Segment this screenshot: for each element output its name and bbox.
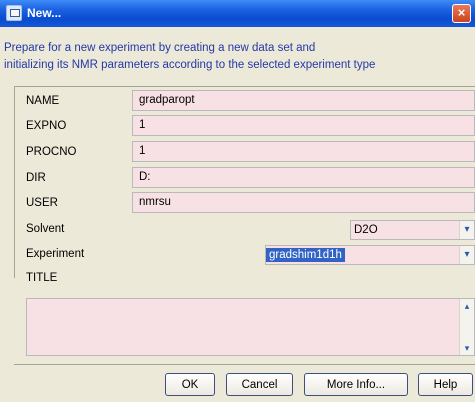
experiment-dropdown[interactable]: gradshim1d1h ▾ <box>265 245 475 265</box>
title-label: TITLE <box>26 272 58 284</box>
help-button[interactable]: Help <box>418 373 473 396</box>
solvent-label: Solvent <box>26 223 65 235</box>
chevron-down-icon[interactable]: ▾ <box>459 246 474 264</box>
experiment-value: gradshim1d1h <box>266 248 345 262</box>
scroll-up-icon[interactable]: ▴ <box>460 299 474 313</box>
procno-field[interactable]: 1 <box>132 141 475 162</box>
solvent-dropdown[interactable]: D2O ▾ <box>350 220 475 240</box>
procno-label: PROCNO <box>26 146 77 158</box>
cancel-button[interactable]: Cancel <box>226 373 293 396</box>
name-field[interactable]: gradparopt <box>132 90 475 111</box>
title-bar: New... × <box>0 0 475 27</box>
expno-label: EXPNO <box>26 120 67 132</box>
experiment-label: Experiment <box>26 248 85 260</box>
title-textarea[interactable]: ▴ ▾ <box>26 298 475 356</box>
vertical-scrollbar[interactable]: ▴ ▾ <box>459 299 474 355</box>
chevron-down-icon[interactable]: ▾ <box>459 221 474 239</box>
solvent-value: D2O <box>354 224 378 236</box>
user-label: USER <box>26 197 58 209</box>
description-line: Prepare for a new experiment by creating… <box>4 42 316 54</box>
more-info-button[interactable]: More Info... <box>304 373 408 396</box>
app-icon <box>6 5 22 21</box>
ok-button[interactable]: OK <box>165 373 215 396</box>
separator <box>14 364 475 365</box>
window-title: New... <box>27 6 62 20</box>
dir-label: DIR <box>26 172 46 184</box>
scroll-down-icon[interactable]: ▾ <box>460 341 474 355</box>
close-button[interactable]: × <box>452 4 471 23</box>
user-field[interactable]: nmrsu <box>132 192 475 213</box>
name-label: NAME <box>26 95 60 107</box>
dir-field[interactable]: D: <box>132 167 475 188</box>
expno-field[interactable]: 1 <box>132 115 475 136</box>
description-text: Prepare for a new experiment by creating… <box>4 40 475 74</box>
description-line: initializing its NMR parameters accordin… <box>4 59 376 71</box>
